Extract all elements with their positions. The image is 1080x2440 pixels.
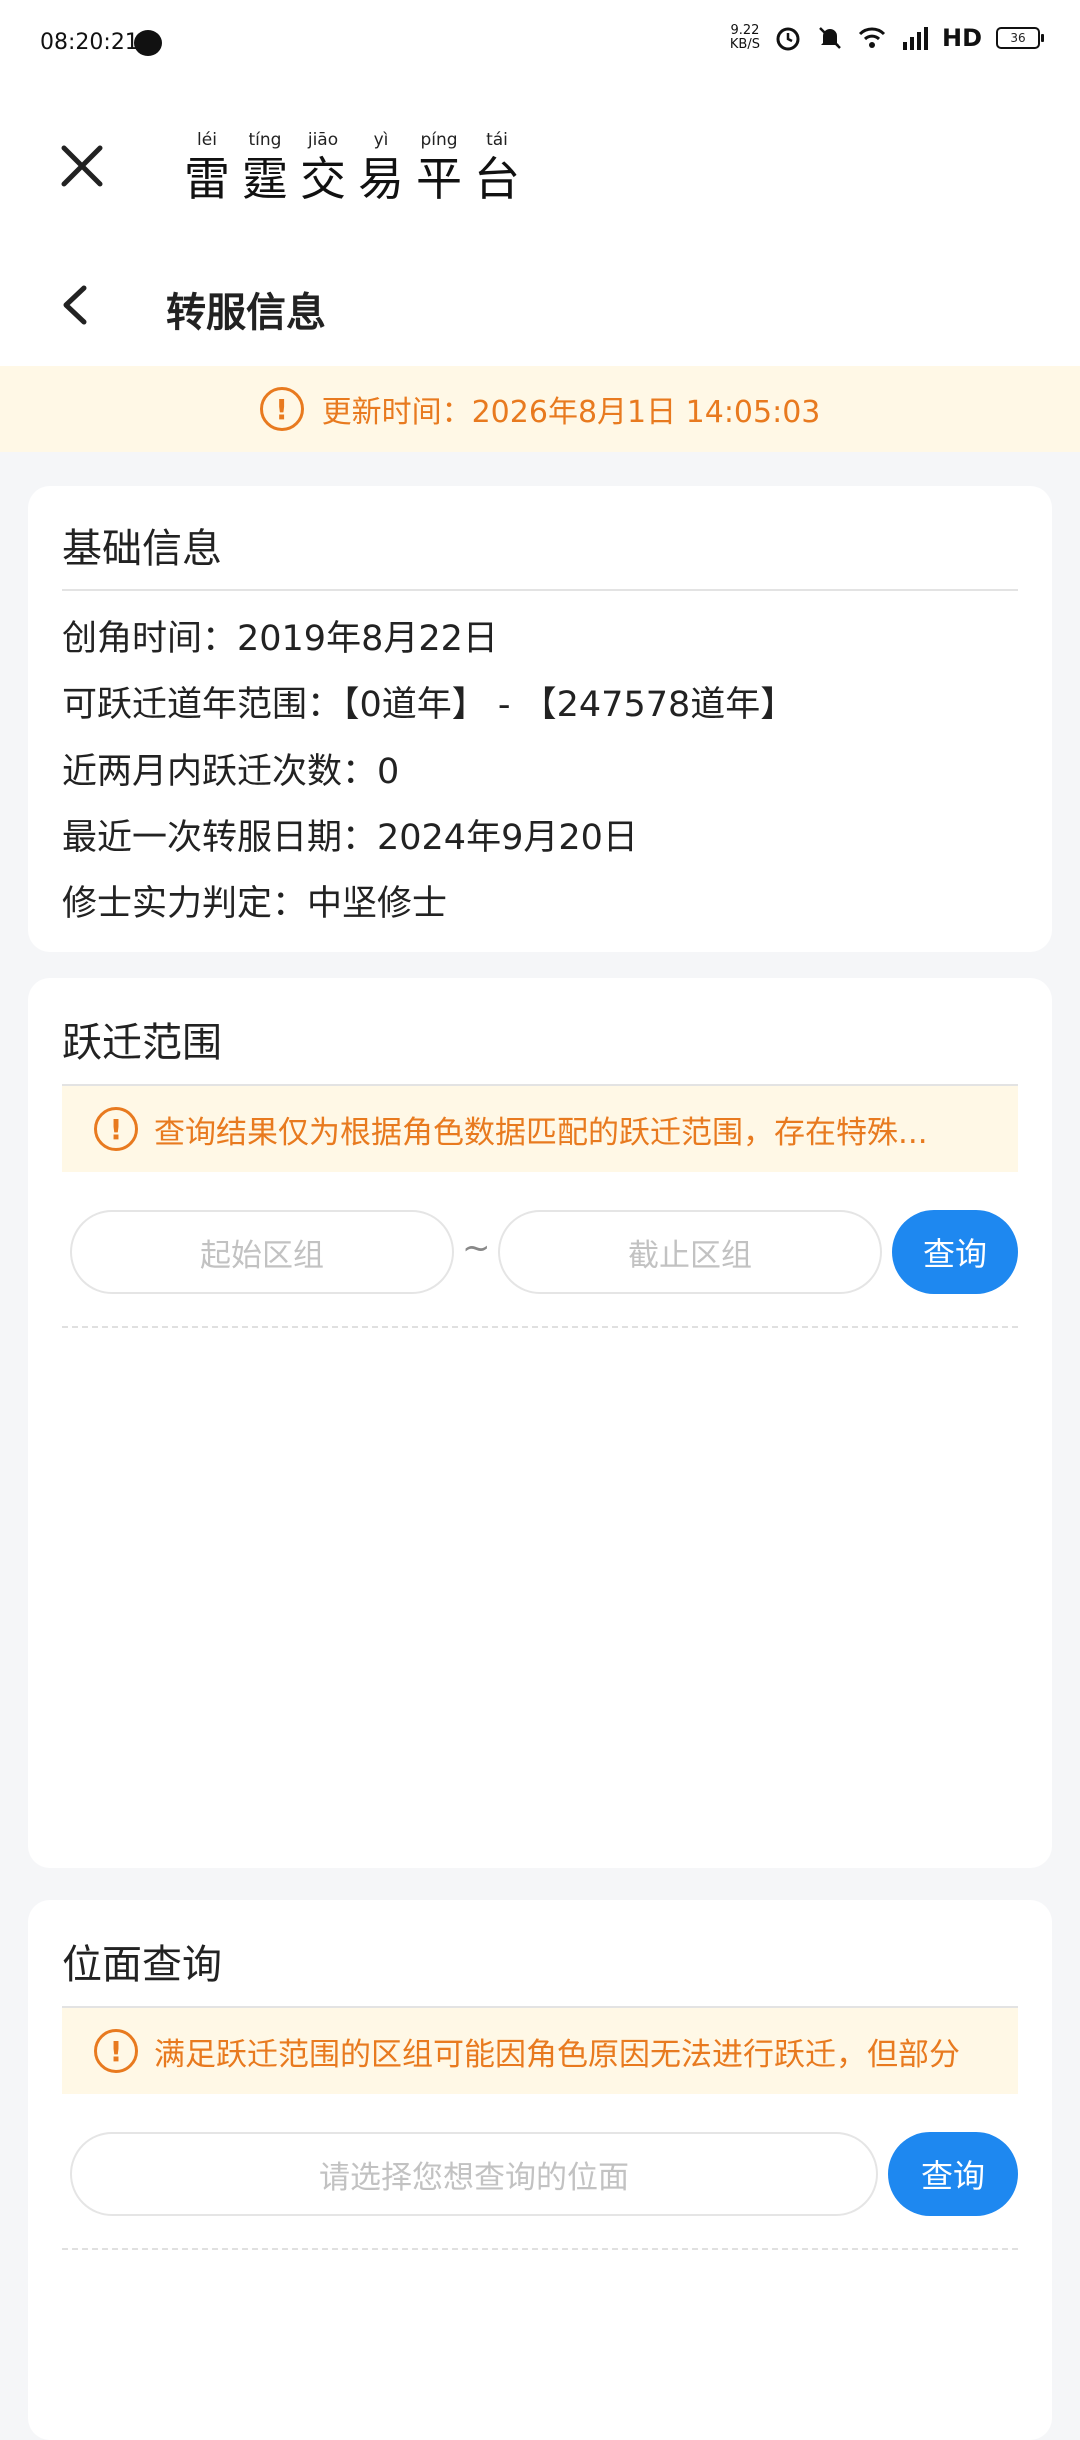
plane-query-button[interactable]: 查询 <box>888 2132 1018 2216</box>
status-icons: 9.22 KB/S HD 36 <box>730 24 1044 52</box>
brand-hanzi: 易 <box>358 152 404 206</box>
network-speed-value: 9.22 <box>730 23 760 38</box>
brand-char: píng 平 <box>416 130 462 206</box>
page-title: 转服信息 <box>166 290 326 336</box>
brand-char: jiāo 交 <box>300 130 346 206</box>
divider <box>62 589 1018 591</box>
status-time: 08:20:21 <box>40 30 139 55</box>
brand-pinyin: léi <box>197 130 217 150</box>
brand-pinyin: píng <box>420 130 458 150</box>
brand-hanzi: 霆 <box>242 152 288 206</box>
update-time-text: 更新时间：2026年8月1日 14:05:03 <box>321 395 821 430</box>
transfer-range-notice-text: 查询结果仅为根据角色数据匹配的跃迁范围，存在特殊... <box>154 1114 928 1151</box>
cellular-signal-icon <box>902 27 928 50</box>
transfer-range-card: 跃迁范围 ! 查询结果仅为根据角色数据匹配的跃迁范围，存在特殊... 起始区组 … <box>28 978 1052 1868</box>
transfer-range-title: 跃迁范围 <box>62 1020 222 1066</box>
brand-pinyin: tái <box>486 130 508 150</box>
warning-icon: ! <box>94 1107 138 1151</box>
network-speed-unit: KB/S <box>729 37 760 52</box>
brand-pinyin: yì <box>373 130 389 150</box>
back-arrow-icon[interactable] <box>58 282 94 328</box>
plane-query-notice: ! 满足跃迁范围的区组可能因角色原因无法进行跃迁，但部分 <box>62 2008 1018 2094</box>
brand-hanzi: 台 <box>474 152 520 206</box>
info-transfer-count: 近两月内跃迁次数：0 <box>62 752 400 792</box>
app-header: léi 雷 tíng 霆 jiāo 交 yì 易 píng 平 tái 台 <box>0 92 1080 243</box>
mute-icon <box>819 27 841 49</box>
plane-query-card: 位面查询 ! 满足跃迁范围的区组可能因角色原因无法进行跃迁，但部分 请选择您想查… <box>28 1900 1052 2440</box>
status-bar: 08:20:21 9.22 KB/S HD 36 <box>0 0 1080 92</box>
dashed-divider <box>62 2248 1018 2250</box>
transfer-range-query-button[interactable]: 查询 <box>892 1210 1018 1294</box>
dashed-divider <box>62 1326 1018 1328</box>
brand-hanzi: 交 <box>300 152 346 206</box>
warning-icon: ! <box>94 2029 138 2073</box>
plane-query-title: 位面查询 <box>62 1942 222 1988</box>
brand-pinyin: tíng <box>248 130 282 150</box>
brand-hanzi: 雷 <box>184 152 230 206</box>
brand-hanzi: 平 <box>416 152 462 206</box>
brand-char: tái 台 <box>474 130 520 206</box>
brand-char: yì 易 <box>358 130 404 206</box>
info-transfer-year-range: 可跃迁道年范围：【0道年】 - 【247578道年】 <box>62 685 796 725</box>
transfer-range-notice: ! 查询结果仅为根据角色数据匹配的跃迁范围，存在特殊... <box>62 1086 1018 1172</box>
end-group-input[interactable]: 截止区组 <box>498 1210 882 1294</box>
plane-select-input[interactable]: 请选择您想查询的位面 <box>70 2132 878 2216</box>
info-create-time: 创角时间：2019年8月22日 <box>62 619 498 659</box>
brand-char: léi 雷 <box>184 130 230 206</box>
info-last-transfer-date: 最近一次转服日期：2024年9月20日 <box>62 818 638 858</box>
battery-icon: 36 <box>996 27 1044 49</box>
brand-char: tíng 霆 <box>242 130 288 206</box>
warning-icon: ! <box>259 387 304 431</box>
basic-info-card: 基础信息 创角时间：2019年8月22日 可跃迁道年范围：【0道年】 - 【24… <box>28 486 1052 952</box>
brand-pinyin: jiāo <box>307 130 339 150</box>
start-group-input[interactable]: 起始区组 <box>70 1210 454 1294</box>
close-icon[interactable] <box>56 140 108 192</box>
alarm-icon <box>776 27 800 51</box>
plane-query-notice-text: 满足跃迁范围的区组可能因角色原因无法进行跃迁，但部分 <box>154 2036 960 2073</box>
network-speed: 9.22 KB/S <box>730 24 760 52</box>
range-separator: ~ <box>462 1228 491 1268</box>
message-notification-icon <box>134 30 162 56</box>
hd-indicator: HD <box>941 24 982 52</box>
brand-logo: léi 雷 tíng 霆 jiāo 交 yì 易 píng 平 tái 台 <box>184 130 520 206</box>
update-time-banner: ! 更新时间：2026年8月1日 14:05:03 <box>0 366 1080 452</box>
wifi-icon <box>858 27 886 48</box>
info-strength-rating: 修士实力判定：中坚修士 <box>62 884 448 924</box>
basic-info-title: 基础信息 <box>62 526 222 572</box>
page-nav-bar: 转服信息 <box>0 242 1080 366</box>
